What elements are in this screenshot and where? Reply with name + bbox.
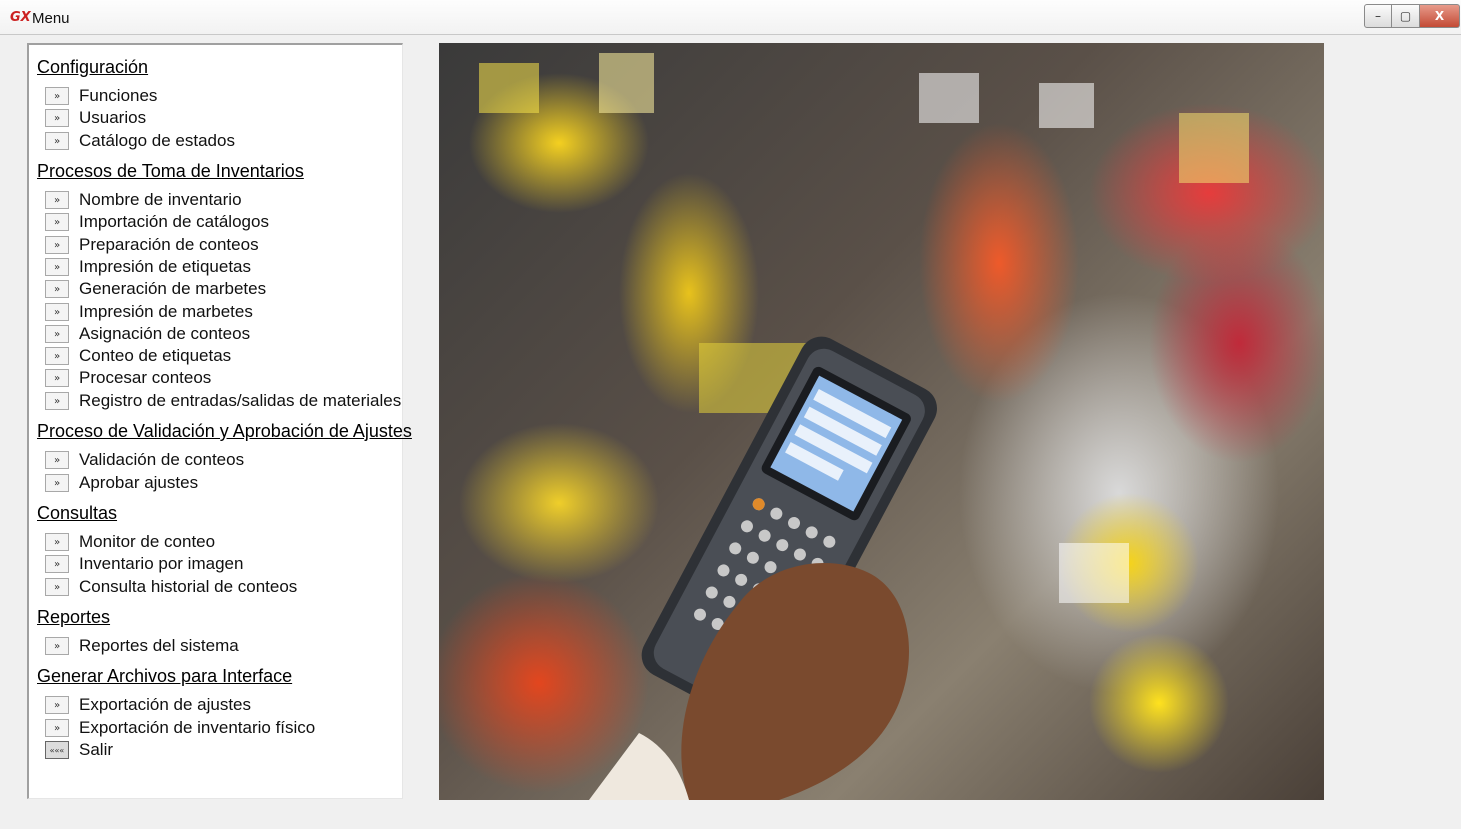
menu-item-label[interactable]: Procesar conteos xyxy=(79,368,211,388)
menu-item-label[interactable]: Exportación de ajustes xyxy=(79,695,251,715)
menu-item-conteo-etiquetas[interactable]: » Conteo de etiquetas xyxy=(45,346,231,366)
menu-item-exportacion-inventario-fisico[interactable]: » Exportación de inventario físico xyxy=(45,718,315,738)
menu-item-salir[interactable]: ««« Salir xyxy=(45,740,113,760)
menu-item-procesar-conteos[interactable]: » Procesar conteos xyxy=(45,368,211,388)
menu-item-label[interactable]: Usuarios xyxy=(79,108,146,128)
section-title-procesos-toma[interactable]: Procesos de Toma de Inventarios xyxy=(37,161,304,182)
arrow-right-icon[interactable]: » xyxy=(45,87,69,105)
arrow-right-icon[interactable]: » xyxy=(45,392,69,410)
menu-item-historial-conteos[interactable]: » Consulta historial de conteos xyxy=(45,577,297,597)
menu-item-exportacion-ajustes[interactable]: » Exportación de ajustes xyxy=(45,695,251,715)
menu-item-label[interactable]: Reportes del sistema xyxy=(79,636,239,656)
minimize-button[interactable]: – xyxy=(1364,4,1392,28)
menu-item-label[interactable]: Registro de entradas/salidas de material… xyxy=(79,391,401,411)
arrow-right-icon[interactable]: » xyxy=(45,213,69,231)
arrow-right-icon[interactable]: » xyxy=(45,236,69,254)
arrow-right-icon[interactable]: » xyxy=(45,719,69,737)
menu-item-catalogo-estados[interactable]: » Catálogo de estados xyxy=(45,131,235,151)
menu-item-reportes-sistema[interactable]: » Reportes del sistema xyxy=(45,636,239,656)
section-title-reportes[interactable]: Reportes xyxy=(37,607,110,628)
arrow-right-icon[interactable]: » xyxy=(45,109,69,127)
title-bar: GX Menu – ▢ X xyxy=(0,0,1461,34)
menu-item-label[interactable]: Exportación de inventario físico xyxy=(79,718,315,738)
menu-item-label[interactable]: Impresión de marbetes xyxy=(79,302,253,322)
arrow-right-icon[interactable]: » xyxy=(45,637,69,655)
arrow-right-icon[interactable]: » xyxy=(45,451,69,469)
arrow-right-icon[interactable]: » xyxy=(45,347,69,365)
menu-item-label[interactable]: Impresión de etiquetas xyxy=(79,257,251,277)
scanner-illustration xyxy=(479,53,1249,800)
menu-item-inventario-imagen[interactable]: » Inventario por imagen xyxy=(45,554,243,574)
menu-item-preparacion-conteos[interactable]: » Preparación de conteos xyxy=(45,235,259,255)
section-title-generar-archivos[interactable]: Generar Archivos para Interface xyxy=(37,666,292,687)
menu-item-label[interactable]: Importación de catálogos xyxy=(79,212,269,232)
menu-item-registro-entradas-salidas[interactable]: » Registro de entradas/salidas de materi… xyxy=(45,391,401,411)
menu-item-label[interactable]: Consulta historial de conteos xyxy=(79,577,297,597)
arrow-right-icon[interactable]: » xyxy=(45,578,69,596)
menu-item-label[interactable]: Generación de marbetes xyxy=(79,279,266,299)
exit-label[interactable]: Salir xyxy=(79,740,113,760)
menu-item-label[interactable]: Nombre de inventario xyxy=(79,190,242,210)
menu-item-importacion-catalogos[interactable]: » Importación de catálogos xyxy=(45,212,269,232)
menu-item-label[interactable]: Asignación de conteos xyxy=(79,324,250,344)
menu-item-generacion-marbetes[interactable]: » Generación de marbetes xyxy=(45,279,266,299)
arrow-right-icon[interactable]: » xyxy=(45,696,69,714)
arrow-right-icon[interactable]: » xyxy=(45,474,69,492)
arrow-right-icon[interactable]: » xyxy=(45,533,69,551)
exit-icon[interactable]: ««« xyxy=(45,741,69,759)
arrow-right-icon[interactable]: » xyxy=(45,555,69,573)
menu-item-validacion-conteos[interactable]: » Validación de conteos xyxy=(45,450,244,470)
title-separator xyxy=(0,34,1461,35)
menu-item-aprobar-ajustes[interactable]: » Aprobar ajustes xyxy=(45,473,198,493)
arrow-right-icon[interactable]: » xyxy=(45,369,69,387)
section-title-configuracion[interactable]: Configuración xyxy=(37,57,148,78)
menu-item-impresion-marbetes[interactable]: » Impresión de marbetes xyxy=(45,302,253,322)
menu-item-asignacion-conteos[interactable]: » Asignación de conteos xyxy=(45,324,250,344)
hero-photo-scanner xyxy=(439,43,1324,800)
menu-item-funciones[interactable]: » Funciones xyxy=(45,86,157,106)
window-title: Menu xyxy=(32,10,70,27)
section-title-validacion-ajustes[interactable]: Proceso de Validación y Aprobación de Aj… xyxy=(37,421,412,442)
menu-item-label[interactable]: Funciones xyxy=(79,86,157,106)
menu-item-usuarios[interactable]: » Usuarios xyxy=(45,108,146,128)
menu-item-label[interactable]: Monitor de conteo xyxy=(79,532,215,552)
arrow-right-icon[interactable]: » xyxy=(45,280,69,298)
arrow-right-icon[interactable]: » xyxy=(45,325,69,343)
menu-item-label[interactable]: Inventario por imagen xyxy=(79,554,243,574)
menu-item-label[interactable]: Conteo de etiquetas xyxy=(79,346,231,366)
menu-panel: Configuración » Funciones » Usuarios » C… xyxy=(27,43,412,799)
close-button[interactable]: X xyxy=(1420,4,1460,28)
menu-item-monitor-conteo[interactable]: » Monitor de conteo xyxy=(45,532,215,552)
arrow-right-icon[interactable]: » xyxy=(45,258,69,276)
app-logo: GX xyxy=(10,10,31,25)
menu-item-label[interactable]: Aprobar ajustes xyxy=(79,473,198,493)
menu-item-label[interactable]: Catálogo de estados xyxy=(79,131,235,151)
restore-button[interactable]: ▢ xyxy=(1392,4,1420,28)
menu-item-impresion-etiquetas[interactable]: » Impresión de etiquetas xyxy=(45,257,251,277)
menu-item-label[interactable]: Validación de conteos xyxy=(79,450,244,470)
menu-item-nombre-inventario[interactable]: » Nombre de inventario xyxy=(45,190,242,210)
section-title-consultas[interactable]: Consultas xyxy=(37,503,117,524)
arrow-right-icon[interactable]: » xyxy=(45,132,69,150)
menu-item-label[interactable]: Preparación de conteos xyxy=(79,235,259,255)
arrow-right-icon[interactable]: » xyxy=(45,303,69,321)
arrow-right-icon[interactable]: » xyxy=(45,191,69,209)
